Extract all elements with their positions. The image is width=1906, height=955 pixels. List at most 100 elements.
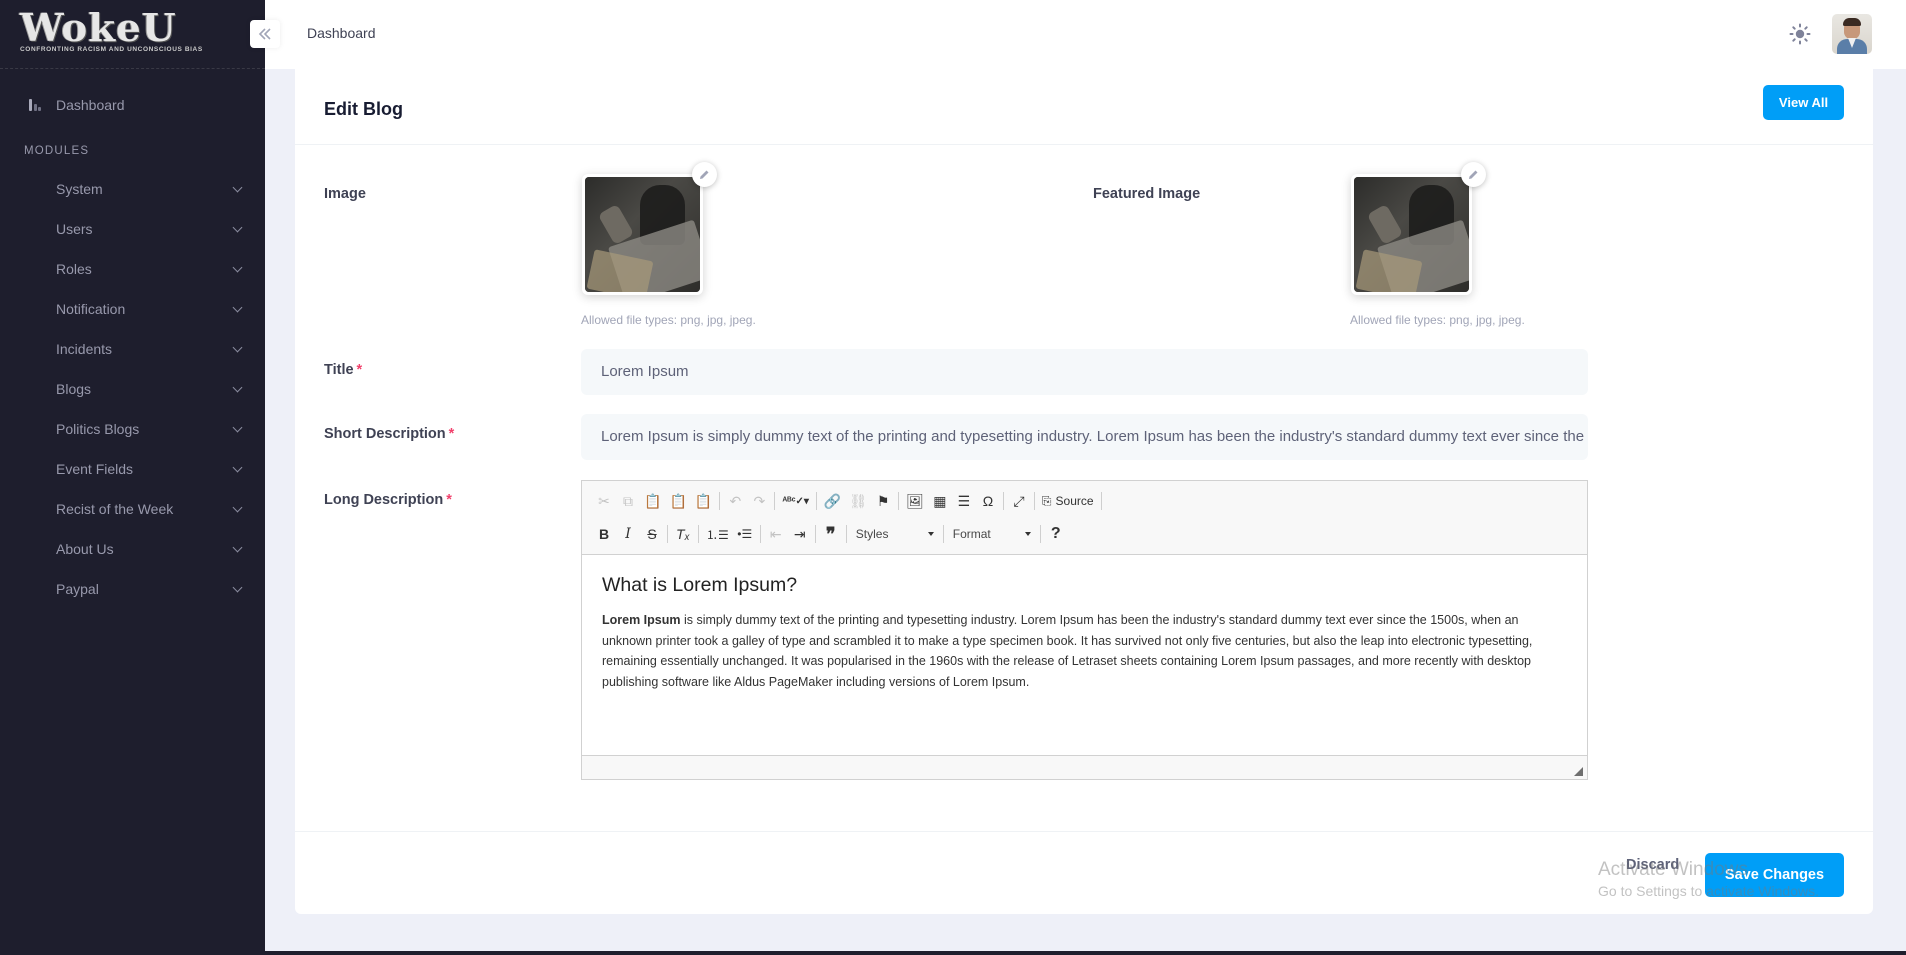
anchor-flag-icon[interactable]: ⚑ (871, 489, 895, 513)
resize-handle-icon[interactable] (1574, 767, 1583, 776)
styles-dropdown[interactable]: Styles (850, 523, 940, 545)
sun-icon (1789, 23, 1811, 45)
sidebar-item-label: Event Fields (56, 461, 134, 477)
italic-icon[interactable]: I (616, 522, 640, 546)
sidebar-item-users[interactable]: Users (0, 209, 265, 249)
sidebar-item-blogs[interactable]: Blogs (0, 369, 265, 409)
special-char-icon[interactable]: Ω (976, 489, 1000, 513)
format-dropdown[interactable]: Format (947, 523, 1037, 545)
strikethrough-icon[interactable]: S (640, 522, 664, 546)
sidebar-item-politics-blogs[interactable]: Politics Blogs (0, 409, 265, 449)
dropdown-arrow-icon (1024, 532, 1031, 536)
chevron-down-icon (232, 342, 243, 352)
edit-blog-card: Edit Blog View All Image Allowed file ty… (295, 69, 1873, 914)
grid-icon (27, 421, 43, 437)
spellcheck-icon[interactable]: ᴬᴮᶜ✓▾ (778, 489, 813, 513)
title-input[interactable]: Lorem Ipsum (581, 349, 1588, 395)
sidebar-item-notification[interactable]: Notification (0, 289, 265, 329)
edit-featured-image-button[interactable] (1461, 162, 1486, 187)
short-description-label: Short Description * (324, 426, 454, 442)
long-description-label-text: Long Description (324, 492, 444, 508)
grid-icon (27, 341, 43, 357)
sidebar-item-system[interactable]: System (0, 169, 265, 209)
featured-image-preview (1351, 174, 1472, 295)
unlink-icon[interactable]: ⛓ (845, 489, 871, 513)
featured-image-allowed-types: Allowed file types: png, jpg, jpeg. (1350, 313, 1525, 327)
short-description-input[interactable]: Lorem Ipsum is simply dummy text of the … (581, 414, 1588, 460)
format-label: Format (952, 527, 991, 541)
source-button[interactable]: ⎘ Source (1038, 489, 1098, 513)
undo-icon[interactable]: ↶ (723, 489, 747, 513)
pencil-icon (700, 170, 709, 179)
chevron-down-icon (232, 582, 243, 592)
bulleted-list-icon[interactable]: •☰ (733, 522, 757, 546)
bold-icon[interactable]: B (592, 522, 616, 546)
grid-icon (27, 301, 43, 317)
sidebar-item-label: Recist of the Week (56, 501, 174, 517)
grid-icon (27, 541, 43, 557)
sidebar-item-roles[interactable]: Roles (0, 249, 265, 289)
grid-icon (27, 261, 43, 277)
page-title: Edit Blog (324, 99, 403, 119)
sidebar-item-recist-of-the-week[interactable]: Recist of the Week (0, 489, 265, 529)
save-changes-button[interactable]: Save Changes (1705, 853, 1844, 897)
grid-icon (27, 381, 43, 397)
editor-toolbar: ✂ ⧉ 📋 📋 📋 ↶ ↷ ᴬᴮᶜ✓▾ 🔗 ⛓ ⚑ 🖼 ▦ ☰ Ω ⤢ ⎘ So… (582, 481, 1587, 555)
sidebar-item-paypal[interactable]: Paypal (0, 569, 265, 609)
chevron-down-icon (232, 182, 243, 192)
styles-label: Styles (855, 527, 889, 541)
discard-button[interactable]: Discard (1626, 857, 1679, 873)
copy-icon[interactable]: ⧉ (616, 489, 640, 513)
breadcrumb[interactable]: Dashboard (307, 25, 376, 41)
sidebar-toggle-button[interactable] (250, 20, 280, 48)
grid-icon (27, 501, 43, 517)
paste-text-icon[interactable]: 📋 (665, 489, 690, 513)
brand-logo[interactable]: WokeU CONFRONTING RACISM AND UNCONSCIOUS… (0, 0, 265, 69)
image-label: Image (324, 186, 366, 202)
table-icon[interactable]: ▦ (928, 489, 952, 513)
pencil-icon (1469, 170, 1478, 179)
horizontal-rule-icon[interactable]: ☰ (952, 489, 976, 513)
edit-image-button[interactable] (692, 162, 717, 187)
image-preview (582, 174, 703, 295)
long-description-label: Long Description * (324, 492, 452, 508)
sidebar-item-label: Dashboard (56, 97, 125, 113)
user-avatar[interactable] (1832, 14, 1872, 54)
rich-text-editor: ✂ ⧉ 📋 📋 📋 ↶ ↷ ᴬᴮᶜ✓▾ 🔗 ⛓ ⚑ 🖼 ▦ ☰ Ω ⤢ ⎘ So… (581, 480, 1588, 780)
maximize-icon[interactable]: ⤢ (1007, 489, 1031, 513)
sidebar-item-incidents[interactable]: Incidents (0, 329, 265, 369)
top-header: Dashboard (250, 0, 1906, 69)
sidebar-section-title: MODULES (24, 145, 90, 157)
link-icon[interactable]: 🔗 (820, 489, 845, 513)
content-paragraph: Lorem Ipsum is simply dummy text of the … (602, 610, 1571, 692)
outdent-icon[interactable]: ⇤ (764, 522, 788, 546)
grid-icon (27, 461, 43, 477)
grid-icon (27, 221, 43, 237)
sidebar-item-event-fields[interactable]: Event Fields (0, 449, 265, 489)
sidebar-item-label: Users (56, 221, 93, 237)
sidebar-item-dashboard[interactable]: Dashboard (0, 85, 265, 125)
theme-toggle-button[interactable] (1788, 22, 1812, 46)
paste-icon[interactable]: 📋 (640, 489, 665, 513)
editor-content[interactable]: What is Lorem Ipsum? Lorem Ipsum is simp… (582, 555, 1587, 755)
image-icon[interactable]: 🖼 (902, 489, 928, 513)
grid-icon (27, 181, 43, 197)
help-icon[interactable]: ? (1044, 522, 1068, 546)
numbered-list-icon[interactable]: ⒈☰ (702, 522, 733, 546)
dashboard-icon (27, 97, 43, 113)
sidebar-item-label: System (56, 181, 103, 197)
image-allowed-types: Allowed file types: png, jpg, jpeg. (581, 313, 756, 327)
card-header: Edit Blog View All (295, 69, 1873, 145)
sidebar-item-about-us[interactable]: About Us (0, 529, 265, 569)
chevron-down-icon (232, 302, 243, 312)
cut-icon[interactable]: ✂ (592, 489, 616, 513)
paste-word-icon[interactable]: 📋 (691, 489, 716, 513)
indent-icon[interactable]: ⇥ (788, 522, 812, 546)
redo-icon[interactable]: ↷ (747, 489, 771, 513)
blockquote-icon[interactable]: ❞ (819, 522, 843, 546)
remove-format-icon[interactable]: Tₓ (671, 522, 695, 546)
required-mark: * (356, 362, 363, 378)
featured-image (1354, 177, 1469, 292)
chevron-down-icon (232, 382, 243, 392)
view-all-button[interactable]: View All (1763, 85, 1844, 120)
